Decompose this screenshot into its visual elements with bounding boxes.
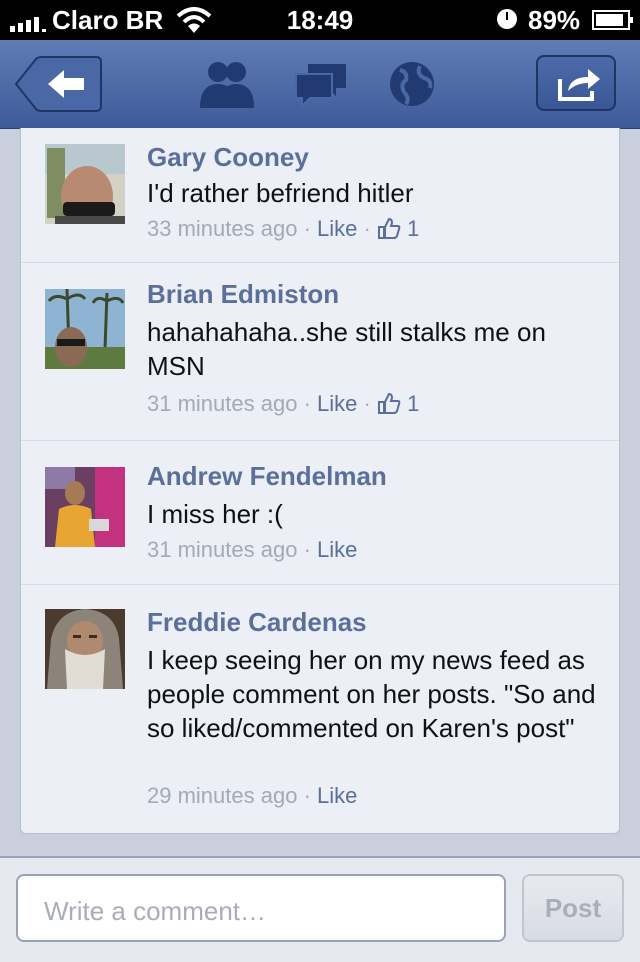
comment-meta: 29 minutes ago · Like [147, 783, 357, 809]
comment-composer: Write a comment… Post [0, 856, 640, 962]
comments-list: Gary Cooney I'd rather befriend hitler 3… [20, 128, 620, 834]
comment-author[interactable]: Gary Cooney [147, 142, 309, 173]
share-icon [558, 69, 600, 101]
separator: · [303, 391, 318, 416]
alarm-clock-icon [497, 9, 517, 29]
like-link[interactable]: Like [317, 391, 357, 416]
comment-time: 31 minutes ago [147, 391, 298, 416]
comment-meta: 31 minutes ago · Like [147, 537, 357, 563]
separator: · [363, 391, 377, 416]
comment-text: hahahahaha..she still stalks me on MSN [147, 317, 546, 381]
comment-text: I'd rather befriend hitler [147, 178, 414, 208]
avatar[interactable] [45, 289, 125, 369]
share-button[interactable] [536, 55, 616, 111]
comment-meta: 33 minutes ago · Like · 1 [147, 216, 419, 242]
thumbs-up-icon [377, 392, 401, 414]
like-link[interactable]: Like [317, 783, 357, 808]
comment-author[interactable]: Brian Edmiston [147, 279, 339, 310]
comment-time: 33 minutes ago [147, 216, 298, 241]
friend-requests-icon[interactable] [198, 58, 254, 110]
post-button[interactable]: Post [522, 874, 624, 942]
notifications-globe-icon[interactable] [386, 58, 442, 110]
navigation-bar [0, 40, 640, 129]
comment-item: Gary Cooney I'd rather befriend hitler 3… [21, 128, 619, 262]
status-bar: Claro BR 18:49 89% [0, 0, 640, 40]
back-button[interactable] [14, 56, 102, 112]
comment-input[interactable]: Write a comment… [16, 874, 506, 942]
separator: · [303, 216, 318, 241]
avatar[interactable] [45, 467, 125, 547]
like-link[interactable]: Like [317, 216, 357, 241]
like-link[interactable]: Like [317, 537, 357, 562]
avatar[interactable] [45, 609, 125, 689]
like-count: 1 [407, 391, 420, 416]
comment-author[interactable]: Andrew Fendelman [147, 461, 387, 492]
messages-icon[interactable] [292, 58, 348, 110]
separator: · [303, 783, 318, 808]
thumbs-up-icon [377, 217, 401, 239]
battery-percentage: 89% [528, 5, 581, 35]
comment-meta: 31 minutes ago · Like · 1 [147, 391, 419, 417]
avatar[interactable] [45, 144, 125, 224]
comment-author[interactable]: Freddie Cardenas [147, 607, 367, 638]
separator: · [303, 537, 318, 562]
comment-text: I miss her :( [147, 499, 283, 529]
comment-item: Brian Edmiston hahahahaha..she still sta… [21, 262, 619, 441]
battery-fill [596, 14, 623, 26]
battery-icon [592, 10, 633, 30]
comment-time: 29 minutes ago [147, 783, 298, 808]
like-count: 1 [407, 216, 420, 241]
comment-item: Freddie Cardenas I keep seeing her on my… [21, 584, 619, 835]
comment-item: Andrew Fendelman I miss her :( 31 minute… [21, 440, 619, 585]
comment-text: I keep seeing her on my news feed as peo… [147, 645, 596, 743]
separator: · [363, 216, 377, 241]
comment-time: 31 minutes ago [147, 537, 298, 562]
